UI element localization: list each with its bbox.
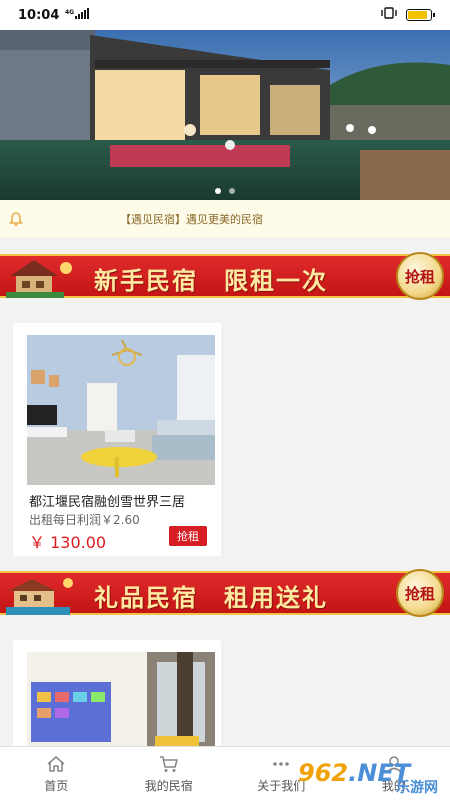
bell-icon bbox=[9, 212, 23, 226]
pager-dot[interactable] bbox=[215, 188, 221, 194]
status-right bbox=[380, 7, 435, 23]
watermark-logo: 962 .NET 乐游网 bbox=[298, 749, 446, 797]
promo-banner-gift[interactable]: 礼品民宿 租用送礼 抢租 bbox=[0, 569, 450, 617]
banner-pager bbox=[0, 188, 450, 194]
notice-bar[interactable]: 【遇见民宿】遇见更美的民宿 bbox=[0, 200, 450, 238]
listing-name: 都江堰民宿融创雪世界三居 bbox=[29, 495, 186, 510]
listing-photo bbox=[27, 652, 215, 760]
grab-rent-label: 抢租 bbox=[404, 267, 435, 286]
notice-text: 【遇见民宿】遇见更美的民宿 bbox=[120, 213, 263, 226]
banner-image bbox=[0, 30, 450, 200]
status-left: 10:04 4G bbox=[18, 7, 91, 23]
promo-banner-newbie[interactable]: 新手民宿 限租一次 抢租 bbox=[0, 252, 450, 300]
tab-my-homestay[interactable]: 我的民宿 bbox=[113, 747, 226, 800]
listing-card[interactable] bbox=[13, 640, 221, 760]
pager-dot[interactable] bbox=[229, 188, 235, 194]
promo-title: 新手民宿 限租一次 bbox=[94, 266, 328, 295]
grab-rent-button[interactable]: 抢租 bbox=[396, 252, 444, 300]
signal-icon: 4G bbox=[65, 7, 91, 23]
listing-photo bbox=[27, 335, 215, 485]
listing-card[interactable]: 都江堰民宿融创雪世界三居 出租每日利润￥2.60 ￥ 130.00 抢租 bbox=[13, 323, 221, 556]
cart-icon bbox=[159, 756, 178, 772]
svg-text:4G: 4G bbox=[65, 9, 74, 16]
home-icon bbox=[47, 756, 65, 772]
vibrate-icon bbox=[380, 7, 398, 23]
listing-price: ￥ 130.00 bbox=[29, 533, 107, 552]
rent-button-label: 抢租 bbox=[177, 530, 199, 543]
status-time: 10:04 bbox=[18, 7, 60, 23]
house-illustration-icon bbox=[6, 578, 73, 615]
watermark-brand: 962 bbox=[298, 759, 349, 787]
house-illustration-icon bbox=[6, 260, 72, 298]
watermark-site: 乐游网 bbox=[396, 780, 438, 796]
tab-home[interactable]: 首页 bbox=[0, 747, 113, 800]
more-dots-icon bbox=[273, 762, 290, 766]
status-bar: 10:04 4G bbox=[0, 0, 450, 30]
battery-icon bbox=[406, 9, 435, 21]
grab-rent-button[interactable]: 抢租 bbox=[396, 569, 444, 617]
listing-profit: 出租每日利润￥2.60 bbox=[29, 513, 140, 527]
tab-label: 首页 bbox=[44, 779, 69, 793]
tab-label: 我的民宿 bbox=[144, 779, 193, 793]
hero-banner[interactable] bbox=[0, 30, 450, 200]
grab-rent-label: 抢租 bbox=[404, 584, 435, 603]
promo-title: 礼品民宿 租用送礼 bbox=[94, 583, 328, 612]
rent-button[interactable]: 抢租 bbox=[169, 526, 207, 546]
